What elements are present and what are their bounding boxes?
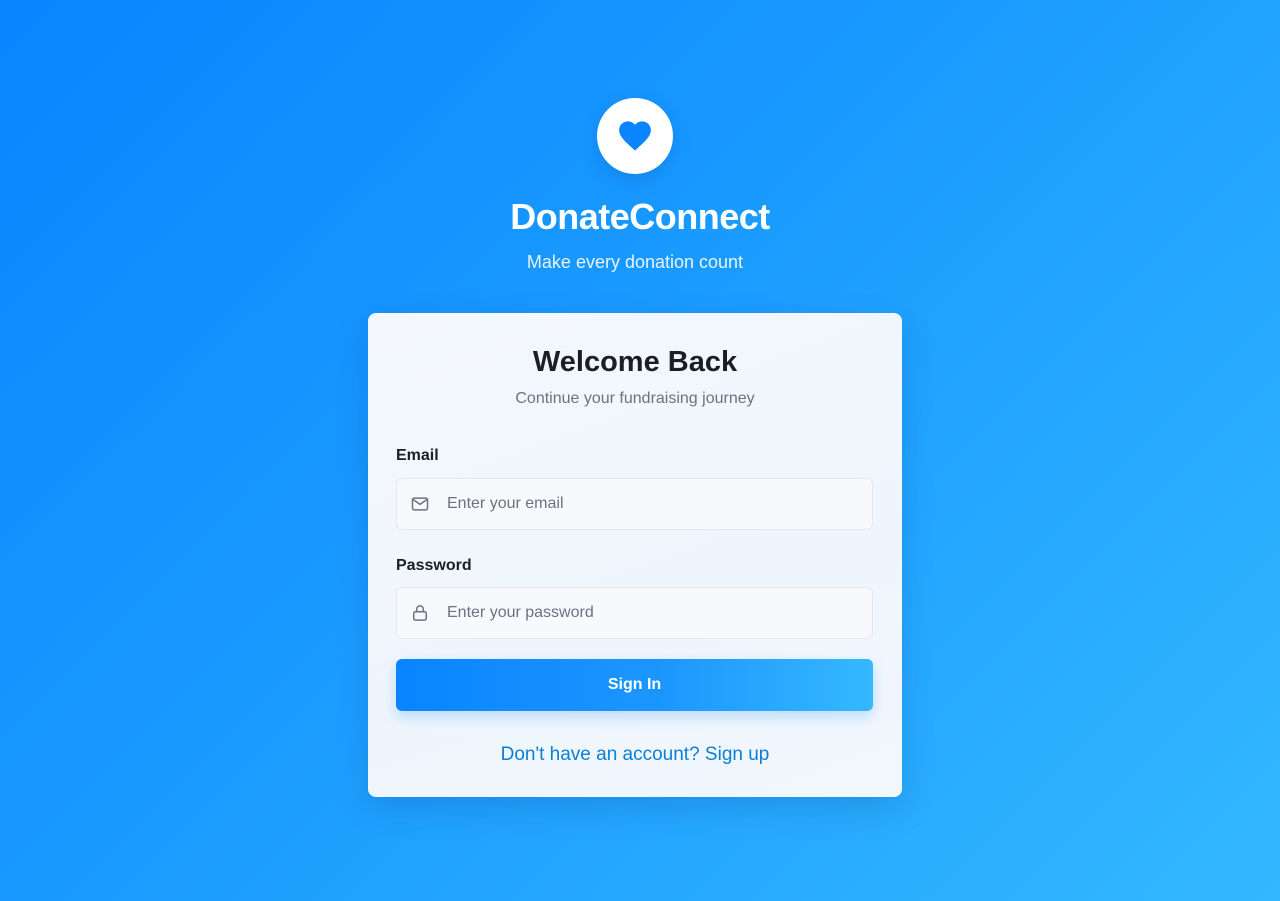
password-label: Password [396,557,472,574]
login-card: Welcome Back Continue your fundraising j… [368,313,902,797]
password-input[interactable] [445,587,872,639]
card-subtitle: Continue your fundraising journey [515,390,755,407]
lock-icon [410,603,430,623]
email-label: Email [396,447,439,464]
sign-up-link[interactable]: Don't have an account? Sign up [368,743,902,767]
logo-badge [597,98,673,174]
sign-in-button[interactable]: Sign In [396,659,873,711]
heart-icon [619,121,651,151]
email-input[interactable] [445,478,872,530]
brand-tagline: Make every donation count [526,252,744,272]
email-field-wrapper [396,478,873,530]
card-title: Welcome Back [532,346,738,378]
brand-name: DonateConnect [510,196,770,237]
mail-icon [410,494,430,514]
password-field-wrapper [396,587,873,639]
